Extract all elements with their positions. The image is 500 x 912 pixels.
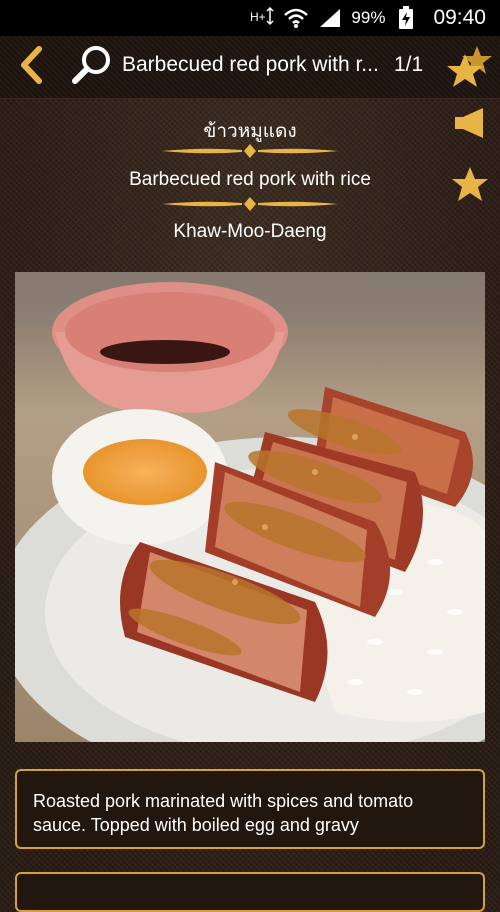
description-card: Roasted pork marinated with spices and t… <box>15 769 485 849</box>
add-favorite-button[interactable] <box>450 166 490 206</box>
search-button[interactable] <box>68 44 116 90</box>
ornament-divider <box>162 197 338 211</box>
signal-icon <box>317 7 343 29</box>
dish-description: Roasted pork marinated with spices and t… <box>33 791 414 835</box>
battery-percent: 99% <box>351 8 386 27</box>
speaker-icon <box>453 107 487 143</box>
next-card <box>15 872 485 912</box>
back-arrow-icon <box>19 46 43 88</box>
ornament-divider <box>162 144 338 158</box>
wifi-icon <box>283 7 309 29</box>
back-button[interactable] <box>14 46 48 88</box>
star-icon <box>451 166 489 206</box>
svg-text:H+: H+ <box>250 10 266 24</box>
action-bar: Barbecued red pork with r... 1/1 <box>0 36 500 99</box>
status-bar: H+ 99% 09:40 <box>0 0 500 36</box>
dish-photo <box>15 272 485 742</box>
battery-charging-icon <box>393 6 419 29</box>
hplus-data-icon: H+ <box>249 7 275 29</box>
action-bar-title: Barbecued red pork with r... <box>122 53 379 76</box>
clock: 09:40 <box>433 6 486 29</box>
favorites-stars-icon <box>447 44 493 92</box>
result-counter: 1/1 <box>394 53 424 76</box>
dish-name-transliteration: Khaw-Moo-Daeng <box>173 221 327 242</box>
search-icon <box>70 43 114 91</box>
pronounce-button[interactable] <box>452 108 488 142</box>
dish-name-thai: ข้าวหมูแดง <box>203 120 297 142</box>
dish-name-english: Barbecued red pork with rice <box>129 169 371 190</box>
favorites-button[interactable] <box>446 44 494 92</box>
